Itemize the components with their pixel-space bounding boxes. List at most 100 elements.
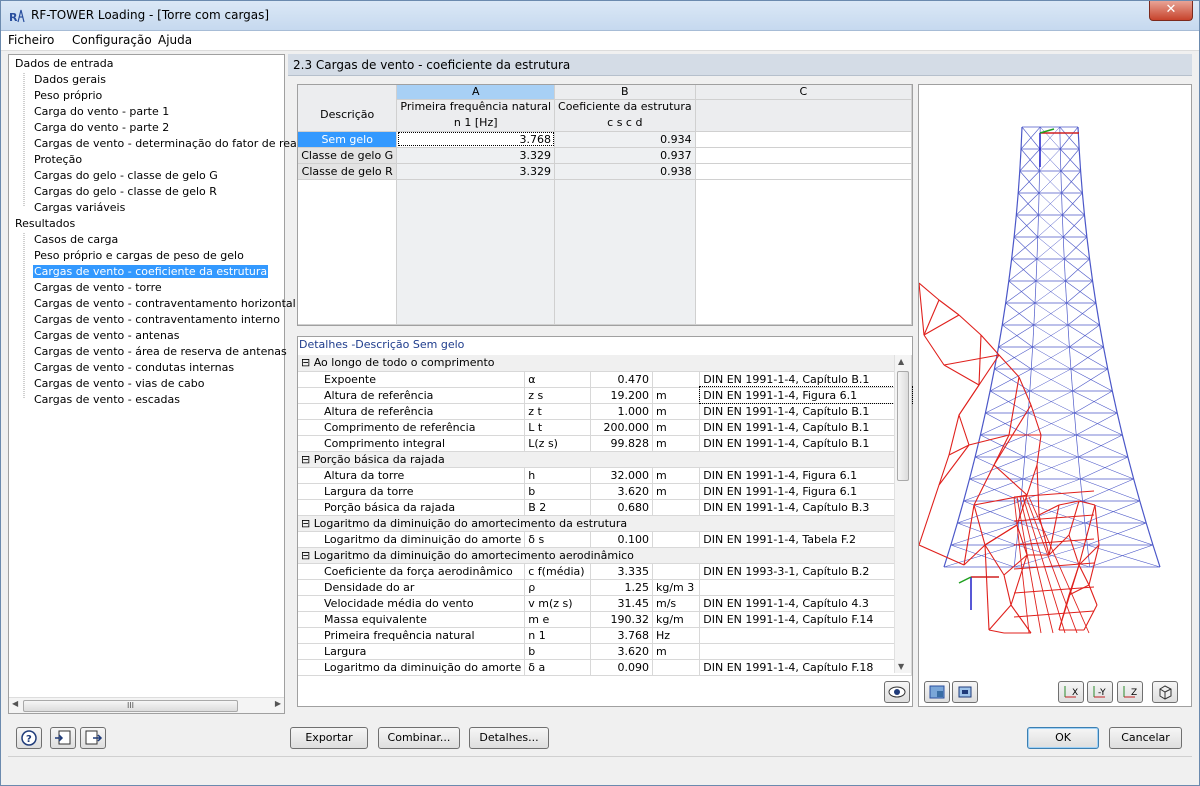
export-button[interactable]: Exportar bbox=[290, 727, 368, 749]
details-value-cell[interactable]: 31.45 bbox=[590, 595, 654, 612]
eye-button[interactable] bbox=[884, 681, 910, 703]
details-desc-cell[interactable]: Porção básica da rajada bbox=[298, 499, 526, 516]
details-unit-cell[interactable]: m bbox=[652, 403, 701, 420]
details-ref-cell[interactable]: DIN EN 1991-1-4, Capítulo B.1 bbox=[699, 403, 912, 420]
col-letter-b[interactable]: B bbox=[554, 85, 696, 100]
scroll-down-icon[interactable]: ▼ bbox=[898, 662, 904, 671]
details-value-cell[interactable]: 0.470 bbox=[590, 371, 654, 388]
details-symbol-cell[interactable]: z t bbox=[524, 403, 591, 420]
details-unit-cell[interactable]: m/s bbox=[652, 595, 701, 612]
details-desc-cell[interactable]: Altura da torre bbox=[298, 467, 526, 484]
details-ref-cell[interactable]: DIN EN 1991-1-4, Tabela F.2 bbox=[699, 531, 912, 548]
details-ref-cell[interactable]: DIN EN 1991-1-4, Capítulo B.3 bbox=[699, 499, 912, 516]
details-ref-cell[interactable]: DIN EN 1991-1-4, Capítulo 4.3 bbox=[699, 595, 912, 612]
collapse-icon[interactable]: ⊟ bbox=[301, 517, 314, 530]
details-desc-cell[interactable]: Largura bbox=[298, 643, 526, 660]
tree-item-vento-torre[interactable]: Cargas de vento - torre bbox=[34, 280, 162, 296]
cell-c-sem-gelo[interactable] bbox=[695, 131, 913, 148]
details-row[interactable]: Logaritmo da diminuição do amorte δ a 0.09… bbox=[298, 659, 912, 676]
col-letter-a[interactable]: A bbox=[396, 85, 556, 100]
close-button[interactable]: ✕ bbox=[1149, 1, 1193, 21]
details-desc-cell[interactable]: Massa equivalente bbox=[298, 611, 526, 628]
details-desc-cell[interactable]: Logaritmo da diminuição do amorte bbox=[298, 659, 526, 676]
tree-item-gelo-g[interactable]: Cargas do gelo - classe de gelo G bbox=[34, 168, 218, 184]
details-symbol-cell[interactable]: B 2 bbox=[524, 499, 591, 516]
tree-root-input[interactable]: Dados de entrada bbox=[15, 56, 113, 72]
details-unit-cell[interactable]: kg/m bbox=[652, 611, 701, 628]
details-row[interactable]: Largura da torre b 3.620 m DIN EN 1991-1-4, … bbox=[298, 483, 912, 500]
details-group-header[interactable]: ⊟ Logaritmo da diminuição do amortecimen… bbox=[298, 547, 912, 564]
details-value-cell[interactable]: 3.620 bbox=[590, 483, 654, 500]
scroll-up-icon[interactable]: ▲ bbox=[898, 357, 904, 366]
details-group-header[interactable]: ⊟ Porção básica da rajada bbox=[298, 451, 912, 468]
details-symbol-cell[interactable]: δ a bbox=[524, 659, 591, 676]
scroll-left-icon[interactable]: ◀ bbox=[12, 699, 18, 708]
details-value-cell[interactable]: 3.768 bbox=[590, 627, 654, 644]
collapse-icon[interactable]: ⊟ bbox=[301, 356, 314, 369]
details-desc-cell[interactable]: Altura de referência bbox=[298, 403, 526, 420]
cancel-button[interactable]: Cancelar bbox=[1109, 727, 1182, 749]
tree-item-antenas[interactable]: Cargas de vento - antenas bbox=[34, 328, 179, 344]
details-row[interactable]: Primeira frequência natural n 1 3.768 Hz bbox=[298, 627, 912, 644]
details-symbol-cell[interactable]: m e bbox=[524, 611, 591, 628]
cell-a-gelo-g[interactable]: 3.329 bbox=[396, 147, 556, 164]
details-unit-cell[interactable]: m bbox=[652, 387, 701, 404]
details-unit-cell[interactable]: Hz bbox=[652, 627, 701, 644]
details-unit-cell[interactable] bbox=[652, 563, 701, 580]
details-desc-cell[interactable]: Densidade do ar bbox=[298, 579, 526, 596]
details-group-header[interactable]: ⊟ Ao longo de todo o comprimento bbox=[298, 355, 912, 372]
details-symbol-cell[interactable]: c f(média) bbox=[524, 563, 591, 580]
tree-item-vias-cabo[interactable]: Cargas de vento - vias de cabo bbox=[34, 376, 204, 392]
details-unit-cell[interactable]: m bbox=[652, 483, 701, 500]
tree-item-escadas[interactable]: Cargas de vento - escadas bbox=[34, 392, 180, 408]
export-rfem-button[interactable] bbox=[80, 727, 106, 749]
import-button[interactable] bbox=[50, 727, 76, 749]
details-row[interactable]: Expoente α 0.470 DIN EN 1991-1-4, Capítulo … bbox=[298, 371, 912, 388]
cell-b-sem-gelo[interactable]: 0.934 bbox=[554, 131, 696, 148]
details-row[interactable]: Altura da torre h 32.000 m DIN EN 1991-1-4, … bbox=[298, 467, 912, 484]
tree-item-fator-reacao[interactable]: Cargas de vento - determinação do fator … bbox=[34, 136, 316, 152]
tree-item-dados-gerais[interactable]: Dados gerais bbox=[34, 72, 106, 88]
details-ref-cell[interactable] bbox=[699, 627, 912, 644]
details-value-cell[interactable]: 19.200 bbox=[590, 387, 654, 404]
col-letter-c[interactable]: C bbox=[695, 85, 913, 100]
details-group-row[interactable]: ⊟ Porção básica da rajada bbox=[298, 451, 912, 468]
scroll-right-icon[interactable]: ▶ bbox=[275, 699, 281, 708]
row-label-gelo-r[interactable]: Classe de gelo R bbox=[298, 163, 398, 180]
menu-ajuda[interactable]: Ajuda bbox=[158, 33, 192, 47]
ok-button[interactable]: OK bbox=[1027, 727, 1099, 749]
details-symbol-cell[interactable]: ρ bbox=[524, 579, 591, 596]
details-value-cell[interactable]: 99.828 bbox=[590, 435, 654, 452]
details-ref-cell[interactable]: DIN EN 1991-1-4, Figura 6.1 bbox=[699, 467, 912, 484]
details-group-row[interactable]: ⊟ Logaritmo da diminuição do amortecimen… bbox=[298, 515, 912, 532]
tree-item-casos-carga[interactable]: Casos de carga bbox=[34, 232, 118, 248]
details-value-cell[interactable]: 0.090 bbox=[590, 659, 654, 676]
details-unit-cell[interactable] bbox=[652, 659, 701, 676]
details-desc-cell[interactable]: Comprimento de referência bbox=[298, 419, 526, 436]
tree-item-condutas[interactable]: Cargas de vento - condutas internas bbox=[34, 360, 234, 376]
cell-c-gelo-g[interactable] bbox=[695, 147, 913, 164]
details-value-cell[interactable]: 190.32 bbox=[590, 611, 654, 628]
tree-item-coeficiente-estrutura[interactable]: Cargas de vento - coeficiente da estrutu… bbox=[33, 264, 269, 280]
details-unit-cell[interactable]: m bbox=[652, 467, 701, 484]
details-symbol-cell[interactable]: α bbox=[524, 371, 591, 388]
combine-button[interactable]: Combinar... bbox=[378, 727, 460, 749]
details-group-header[interactable]: ⊟ Logaritmo da diminuição do amortecimen… bbox=[298, 515, 912, 532]
details-ref-cell[interactable]: DIN EN 1991-1-4, Capítulo B.1 bbox=[699, 435, 912, 452]
details-row[interactable]: Comprimento integral L(z s) 99.828 m DIN EN … bbox=[298, 435, 912, 452]
details-unit-cell[interactable] bbox=[652, 531, 701, 548]
table-row[interactable]: Sem gelo 3.768 0.934 bbox=[298, 131, 913, 148]
details-row[interactable]: Altura de referência z t 1.000 m DIN EN 1991… bbox=[298, 403, 912, 420]
details-value-cell[interactable]: 3.335 bbox=[590, 563, 654, 580]
table-row[interactable]: Classe de gelo G 3.329 0.937 bbox=[298, 147, 913, 164]
tree-item-carga-vento-1[interactable]: Carga do vento - parte 1 bbox=[34, 104, 169, 120]
details-value-cell[interactable]: 3.620 bbox=[590, 643, 654, 660]
collapse-icon[interactable]: ⊟ bbox=[301, 549, 314, 562]
cell-c-gelo-r[interactable] bbox=[695, 163, 913, 180]
details-value-cell[interactable]: 0.100 bbox=[590, 531, 654, 548]
details-symbol-cell[interactable]: z s bbox=[524, 387, 591, 404]
cell-b-gelo-r[interactable]: 0.938 bbox=[554, 163, 696, 180]
tree-item-peso-proprio[interactable]: Peso próprio bbox=[34, 88, 102, 104]
tree-horizontal-scrollbar[interactable]: ◀ III ▶ bbox=[9, 697, 284, 713]
details-ref-cell[interactable]: DIN EN 1991-1-4, Figura 6.1 bbox=[698, 386, 913, 404]
